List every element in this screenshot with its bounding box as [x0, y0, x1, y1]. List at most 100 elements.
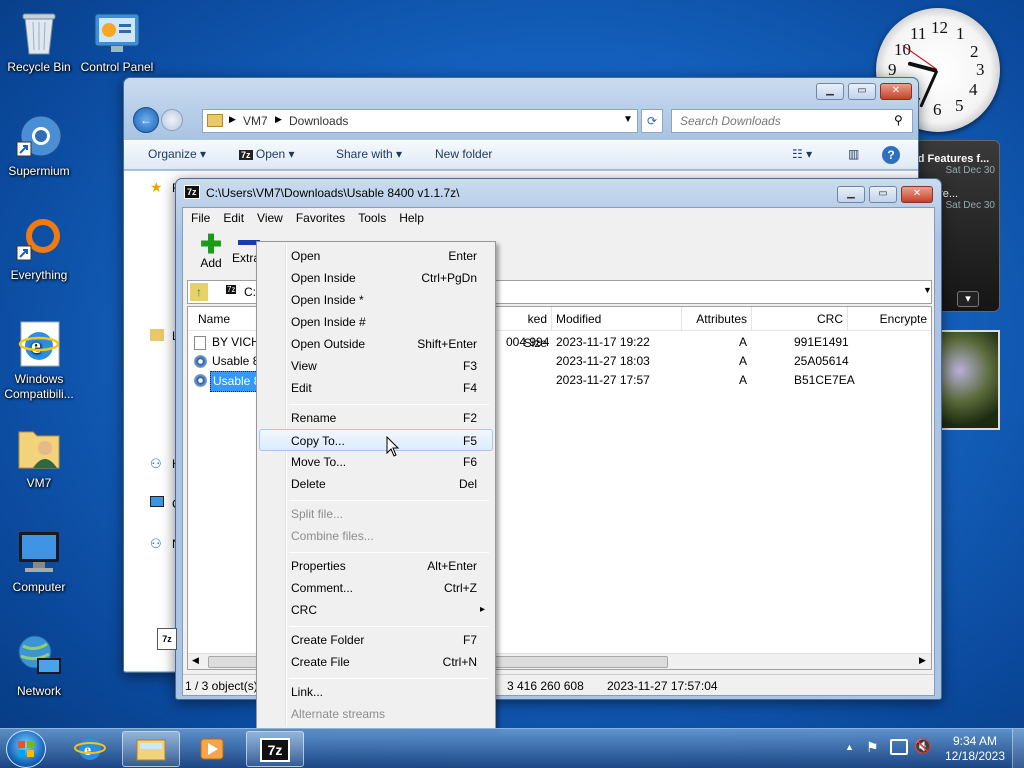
scroll-left-icon[interactable]: ◀ — [192, 655, 199, 666]
organize-button[interactable]: Organize ▾ — [148, 147, 206, 161]
taskbar-internet-explorer[interactable]: e — [62, 731, 118, 767]
network-tray-icon[interactable] — [890, 739, 908, 755]
menu-item-crc[interactable]: CRC ▸ — [259, 599, 493, 621]
cell-attr: A — [739, 373, 748, 387]
menu-item-edit[interactable]: Edit F4 — [259, 377, 493, 399]
help-icon[interactable]: ? — [882, 146, 900, 164]
desktop-icon-everything[interactable]: Everything — [0, 216, 80, 282]
add-button[interactable]: ✚ Add — [191, 231, 231, 272]
archive-small-icon: 7z — [226, 285, 237, 294]
menu-item-alternate-streams: Alternate streams — [291, 707, 386, 721]
desktop-icon-control-panel[interactable]: Control Panel — [76, 8, 158, 74]
preview-pane-icon[interactable]: ▥ — [848, 147, 859, 161]
feed-dropdown-button[interactable]: ▾ — [957, 291, 979, 307]
action-center-flag-icon[interactable]: ⚑ — [866, 739, 879, 756]
menu-edit[interactable]: Edit — [223, 211, 244, 225]
context-menu: Open Enter Open Inside Ctrl+PgDn Open Insi… — [256, 241, 496, 729]
menu-item-open-inside[interactable]: Open Inside Ctrl+PgDn — [259, 267, 493, 289]
close-button[interactable]: ✕ — [880, 83, 912, 100]
volume-muted-icon[interactable]: 🔇 — [914, 738, 931, 755]
internet-explorer-icon: e — [15, 320, 63, 368]
minimize-button[interactable]: ▁ — [837, 186, 865, 203]
menu-item-view[interactable]: View F3 — [259, 355, 493, 377]
menu-item-open-inside-star[interactable]: Open Inside * — [259, 289, 493, 311]
address-bar[interactable]: ▶ VM7 ▶ Downloads ▼ — [202, 109, 638, 133]
search-input[interactable]: Search Downloads — [680, 114, 781, 128]
menu-help[interactable]: Help — [399, 211, 424, 225]
new-folder-button[interactable]: New folder — [435, 147, 492, 161]
view-options-icon[interactable]: ☷ ▾ — [792, 147, 812, 161]
status-date: 2023-11-27 17:57:04 — [607, 679, 718, 693]
slideshow-gadget-photo[interactable] — [932, 330, 1000, 430]
cell-modified: 2023-11-27 17:57 — [556, 373, 650, 387]
show-hidden-icons-button[interactable]: ▲ — [845, 742, 854, 752]
taskbar-7zip[interactable]: 7z — [246, 731, 304, 767]
feed-item-date: Sat Dec 30 — [945, 165, 995, 176]
menu-separator — [289, 404, 489, 405]
menu-item-comment[interactable]: Comment... Ctrl+Z — [259, 577, 493, 599]
path-dropdown-icon[interactable]: ▼ — [923, 285, 932, 295]
menu-tools[interactable]: Tools — [358, 211, 386, 225]
cell-packed: 004 994 — [506, 335, 550, 349]
share-with-button[interactable]: Share with ▾ — [336, 147, 402, 161]
menu-item-delete[interactable]: Delete Del — [259, 473, 493, 495]
disc-image-icon — [194, 374, 207, 387]
minimize-button[interactable]: ▁ — [816, 83, 844, 100]
breadcrumb-item[interactable]: Downloads — [289, 114, 348, 128]
taskbar-clock[interactable]: 9:34 AM 12/18/2023 — [940, 734, 1010, 764]
desktop-icon-network[interactable]: Network — [0, 632, 80, 698]
taskbar-explorer[interactable] — [122, 731, 180, 767]
desktop-icon-computer[interactable]: Computer — [0, 528, 80, 594]
forward-button[interactable] — [161, 109, 183, 131]
column-attributes[interactable]: Attributes — [682, 307, 752, 331]
menu-file[interactable]: File — [191, 211, 210, 225]
clock-numeral: 1 — [956, 24, 965, 43]
internet-explorer-icon: e — [74, 738, 106, 760]
desktop-icon-supermium[interactable]: Supermium — [0, 112, 80, 178]
up-folder-icon[interactable]: ↑ — [190, 283, 208, 301]
desktop-icon-windows-compatibility[interactable]: e Windows Compatibili... — [0, 320, 80, 402]
menu-item-move-to[interactable]: Move To... F6 — [259, 451, 493, 473]
scroll-right-icon[interactable]: ▶ — [919, 655, 926, 666]
menu-item-open-inside-hash[interactable]: Open Inside # — [259, 311, 493, 333]
breadcrumb-item[interactable]: VM7 — [243, 114, 268, 128]
maximize-button[interactable]: ▭ — [869, 186, 897, 203]
address-dropdown-icon[interactable]: ▼ — [623, 114, 633, 125]
svg-text:e: e — [84, 742, 91, 759]
taskbar-media-player[interactable] — [184, 731, 240, 767]
refresh-button[interactable]: ⟳ — [641, 109, 663, 133]
menu-view[interactable]: View — [257, 211, 283, 225]
menu-item-create-folder[interactable]: Create Folder F7 — [259, 629, 493, 651]
maximize-button[interactable]: ▭ — [848, 83, 876, 100]
computer-small-icon — [150, 496, 164, 507]
show-desktop-button[interactable] — [1012, 729, 1024, 768]
status-size: 3 416 260 608 — [507, 679, 584, 693]
menu-separator — [289, 500, 489, 501]
search-box[interactable]: Search Downloads ⚲ — [671, 109, 913, 133]
media-player-icon — [200, 738, 224, 760]
close-button[interactable]: ✕ — [901, 186, 933, 203]
search-icon: ⚲ — [894, 113, 903, 127]
menu-item-rename[interactable]: Rename F2 — [259, 407, 493, 429]
clock-numeral: 5 — [955, 96, 964, 115]
start-button[interactable] — [6, 730, 46, 768]
desktop-icon-recycle-bin[interactable]: Recycle Bin — [0, 8, 80, 74]
open-button[interactable]: 7z Open ▾ — [239, 147, 295, 161]
column-crc[interactable]: CRC — [752, 307, 848, 331]
menu-item-copy-to[interactable]: Copy To... F5 — [259, 429, 493, 451]
menu-item-open[interactable]: Open Enter — [259, 245, 493, 267]
menu-item-properties[interactable]: Properties Alt+Enter — [259, 555, 493, 577]
desktop-icon-label: Control Panel — [80, 60, 154, 74]
menu-item-open-outside[interactable]: Open Outside Shift+Enter — [259, 333, 493, 355]
menu-favorites[interactable]: Favorites — [296, 211, 345, 225]
menu-item-link[interactable]: Link... — [259, 681, 493, 703]
desktop-icon-label: Computer — [12, 580, 66, 594]
back-button[interactable]: ← — [133, 107, 159, 133]
feed-item-title[interactable]: nd Features f... — [911, 153, 995, 165]
menu-item-create-file[interactable]: Create File Ctrl+N — [259, 651, 493, 673]
column-encrypted[interactable]: Encrypte — [852, 307, 931, 331]
menu-separator — [289, 626, 489, 627]
column-modified[interactable]: Modified — [552, 307, 682, 331]
column-packed-size[interactable]: ked Size — [498, 307, 552, 350]
desktop-icon-vm7[interactable]: VM7 — [0, 424, 80, 490]
